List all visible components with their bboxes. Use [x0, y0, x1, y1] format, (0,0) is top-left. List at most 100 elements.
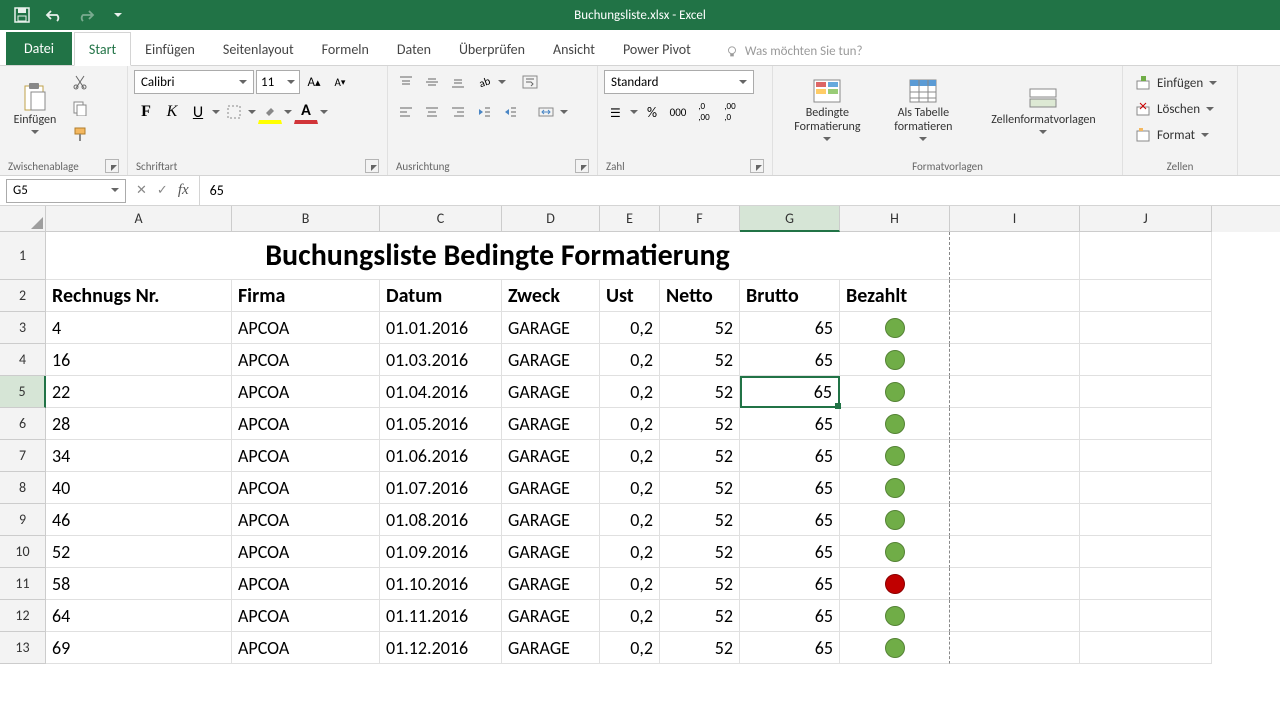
cell[interactable]: 52 [46, 536, 232, 568]
column-header-D[interactable]: D [502, 206, 600, 232]
cell[interactable] [1080, 344, 1212, 376]
cell[interactable] [1080, 408, 1212, 440]
paste-button[interactable]: Einfügen [6, 70, 64, 150]
align-left-icon[interactable] [394, 100, 418, 124]
cell[interactable] [950, 536, 1080, 568]
row-header-2[interactable]: 2 [0, 280, 46, 312]
cell-styles-button[interactable]: Zellenformatvorlagen [971, 70, 1116, 150]
align-top-icon[interactable] [394, 70, 418, 94]
column-header-H[interactable]: H [840, 206, 950, 232]
wrap-text-icon[interactable] [518, 70, 542, 94]
cell[interactable]: 0,2 [600, 440, 660, 472]
row-header-1[interactable]: 1 [0, 232, 46, 280]
cell[interactable]: 52 [660, 408, 740, 440]
cell[interactable]: 52 [660, 312, 740, 344]
cell[interactable]: 52 [660, 376, 740, 408]
cell[interactable]: 52 [660, 440, 740, 472]
cell[interactable]: 01.04.2016 [380, 376, 502, 408]
cell[interactable]: 16 [46, 344, 232, 376]
qat-more-icon[interactable] [104, 3, 132, 27]
cell[interactable] [950, 600, 1080, 632]
cell[interactable]: GARAGE [502, 440, 600, 472]
cell[interactable]: 69 [46, 632, 232, 664]
align-bottom-icon[interactable] [446, 70, 470, 94]
cell[interactable]: GARAGE [502, 568, 600, 600]
cell[interactable]: 64 [46, 600, 232, 632]
copy-icon[interactable] [68, 96, 92, 120]
underline-button[interactable]: U [186, 100, 210, 124]
cell[interactable]: 0,2 [600, 504, 660, 536]
cell[interactable]: 0,2 [600, 312, 660, 344]
tab-daten[interactable]: Daten [383, 33, 445, 65]
cell[interactable]: 0,2 [600, 344, 660, 376]
cell[interactable]: 01.06.2016 [380, 440, 502, 472]
clipboard-launcher[interactable] [105, 159, 119, 173]
cell[interactable]: APCOA [232, 376, 380, 408]
cell[interactable]: 52 [660, 344, 740, 376]
spreadsheet-grid[interactable]: ABCDEFGHIJ 1Buchungsliste Bedingte Forma… [0, 206, 1280, 664]
cell[interactable] [840, 504, 950, 536]
column-header-I[interactable]: I [950, 206, 1080, 232]
cell[interactable]: 0,2 [600, 408, 660, 440]
cell[interactable]: APCOA [232, 632, 380, 664]
cell[interactable]: 01.01.2016 [380, 312, 502, 344]
cut-icon[interactable] [68, 70, 92, 94]
row-header-13[interactable]: 13 [0, 632, 46, 664]
cancel-formula-icon[interactable]: ✕ [136, 183, 147, 198]
cell[interactable]: 0,2 [600, 568, 660, 600]
cell[interactable] [840, 536, 950, 568]
cell[interactable]: 01.07.2016 [380, 472, 502, 504]
column-header-F[interactable]: F [660, 206, 740, 232]
cell[interactable]: APCOA [232, 312, 380, 344]
cell[interactable]: 52 [660, 536, 740, 568]
undo-icon[interactable] [40, 3, 68, 27]
cell[interactable]: APCOA [232, 472, 380, 504]
column-header-E[interactable]: E [600, 206, 660, 232]
cell[interactable]: 4 [46, 312, 232, 344]
tab-file[interactable]: Datei [6, 32, 72, 65]
increase-indent-icon[interactable] [498, 100, 522, 124]
cell[interactable] [950, 408, 1080, 440]
cell[interactable] [1080, 280, 1212, 312]
tab-ueberpruefen[interactable]: Überprüfen [445, 33, 539, 65]
cell[interactable]: 65 [740, 312, 840, 344]
cell[interactable]: 46 [46, 504, 232, 536]
tab-einfuegen[interactable]: Einfügen [131, 33, 209, 65]
cell[interactable]: Bezahlt [840, 280, 950, 312]
cell[interactable]: 58 [46, 568, 232, 600]
cell[interactable]: APCOA [232, 568, 380, 600]
cell[interactable] [1080, 632, 1212, 664]
percent-icon[interactable]: % [640, 100, 664, 124]
cell[interactable]: 0,2 [600, 376, 660, 408]
cell[interactable]: APCOA [232, 408, 380, 440]
increase-font-icon[interactable]: A▴ [302, 70, 326, 94]
cell[interactable]: GARAGE [502, 344, 600, 376]
cell[interactable]: APCOA [232, 504, 380, 536]
row-header-5[interactable]: 5 [0, 376, 46, 408]
cell[interactable]: Rechnugs Nr. [46, 280, 232, 312]
cell[interactable] [1080, 472, 1212, 504]
cell[interactable]: 52 [660, 568, 740, 600]
row-header-6[interactable]: 6 [0, 408, 46, 440]
cell[interactable] [950, 568, 1080, 600]
bold-button[interactable]: F [134, 100, 158, 124]
cell[interactable]: 52 [660, 632, 740, 664]
cell[interactable] [1080, 312, 1212, 344]
cell[interactable] [950, 504, 1080, 536]
row-header-8[interactable]: 8 [0, 472, 46, 504]
cell[interactable]: 52 [660, 600, 740, 632]
cell[interactable] [840, 376, 950, 408]
cell[interactable] [1080, 440, 1212, 472]
cell[interactable]: 52 [660, 472, 740, 504]
cell[interactable] [840, 440, 950, 472]
cell[interactable]: GARAGE [502, 472, 600, 504]
increase-decimal-icon[interactable]: ,0,00 [692, 100, 716, 124]
cell[interactable]: 65 [740, 344, 840, 376]
cell[interactable] [840, 312, 950, 344]
name-box[interactable]: G5 [6, 179, 126, 203]
cell[interactable] [840, 632, 950, 664]
cell[interactable]: APCOA [232, 536, 380, 568]
tab-formeln[interactable]: Formeln [308, 33, 383, 65]
fx-icon[interactable]: fx [178, 182, 189, 199]
cell[interactable]: Zweck [502, 280, 600, 312]
